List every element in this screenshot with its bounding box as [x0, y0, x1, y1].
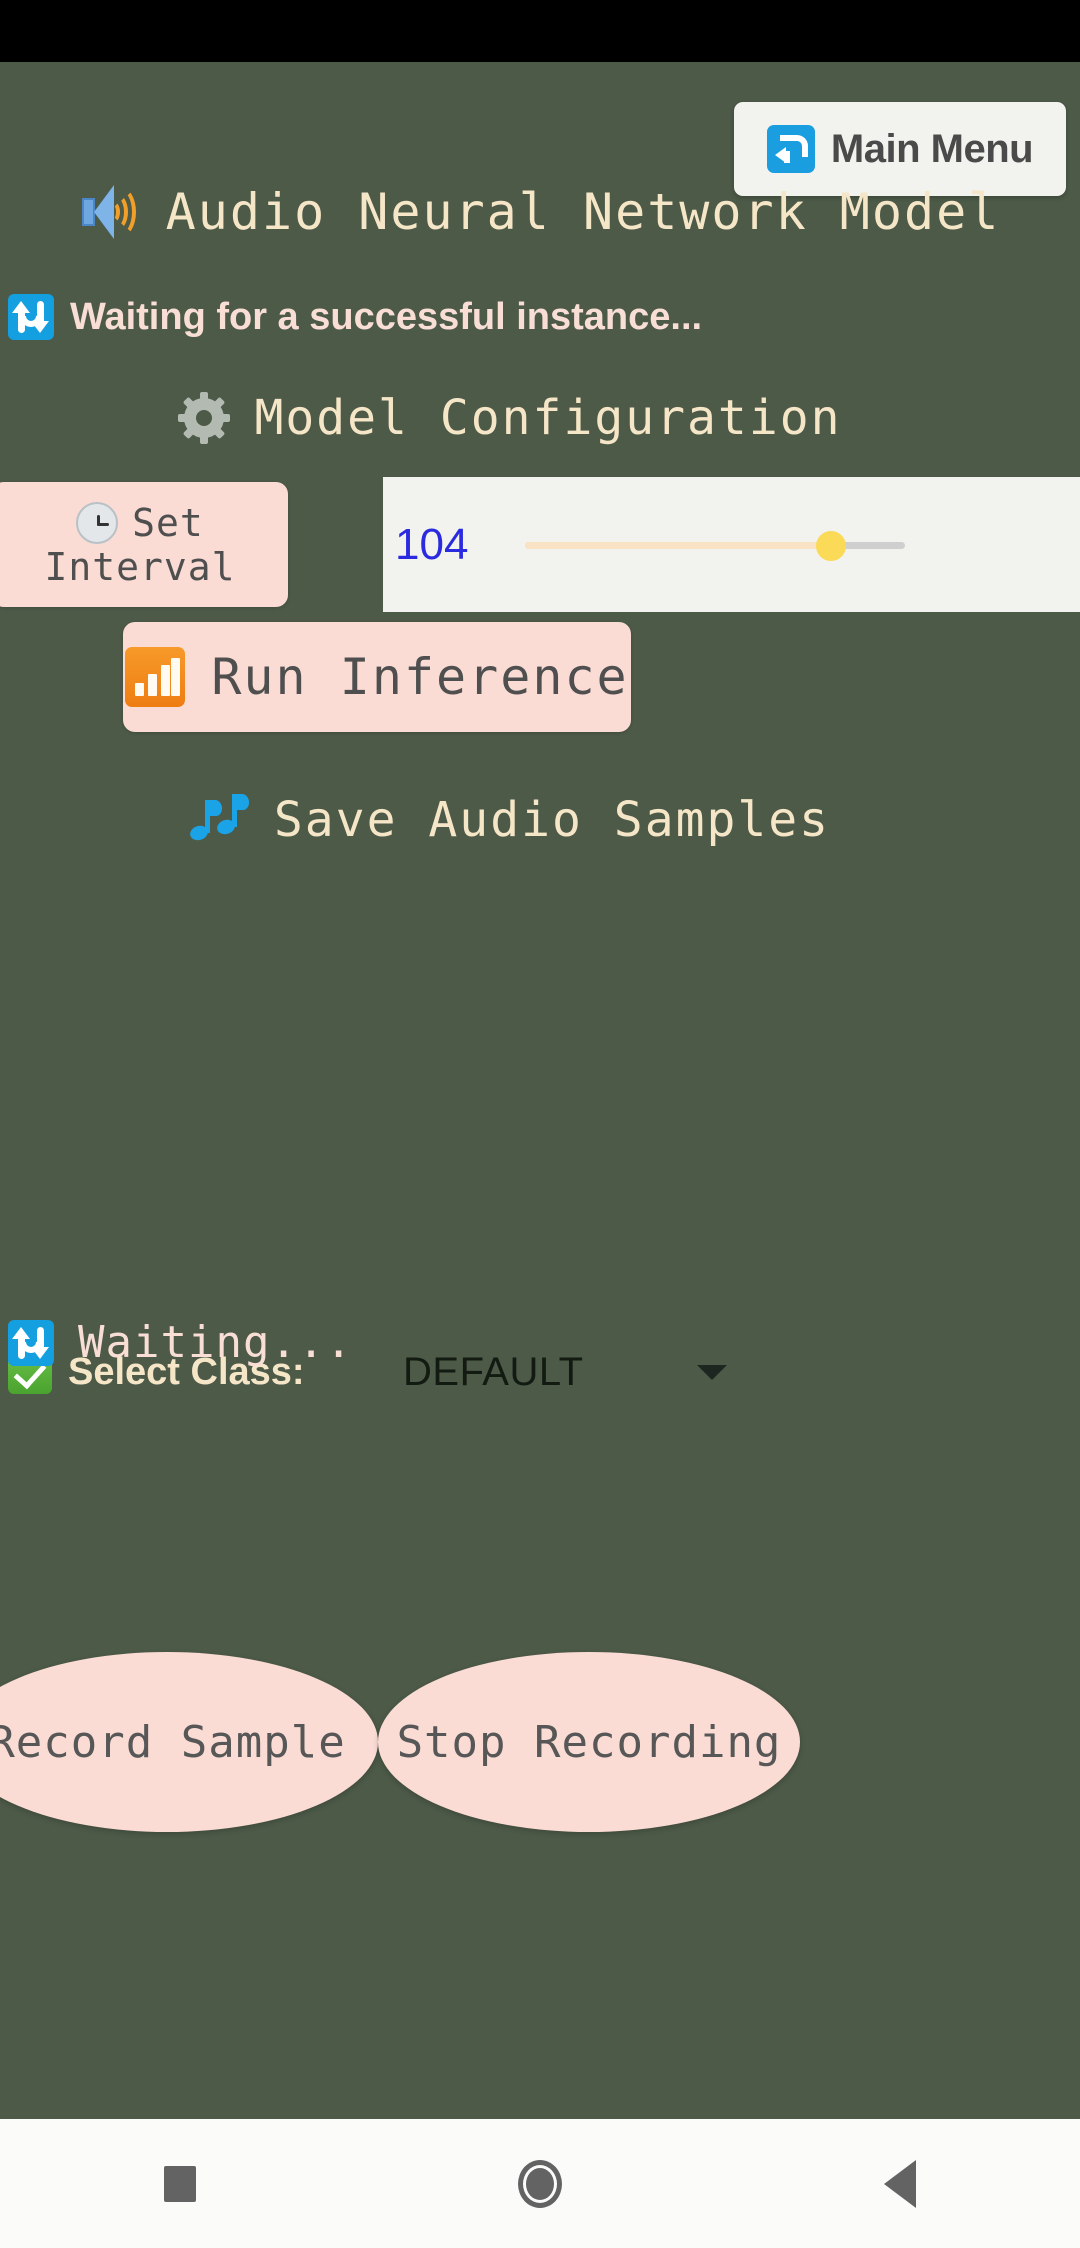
slider-fill [525, 541, 832, 549]
chevron-down-icon [697, 1364, 727, 1380]
interval-slider[interactable] [525, 525, 905, 565]
speaker-loud-icon [80, 182, 144, 242]
instance-status-row: Waiting for a successful instance... [8, 294, 702, 340]
stop-recording-button[interactable]: Stop Recording [378, 1652, 800, 1832]
set-interval-button[interactable]: Set Interval [0, 482, 288, 607]
nav-home-button[interactable] [480, 2134, 600, 2234]
sync-arrows-icon [8, 1319, 54, 1366]
stop-recording-label: Stop Recording [396, 1716, 782, 1768]
sync-arrows-icon [8, 294, 54, 340]
record-sample-button[interactable]: Record Sample [0, 1652, 378, 1832]
save-audio-heading: Save Audio Samples [273, 792, 831, 848]
save-audio-heading-row: Save Audio Samples [0, 792, 1080, 848]
phone-screen: Main Menu Audio Neural Network Model Wai… [0, 0, 1080, 2248]
class-dropdown-value: DEFAULT [403, 1349, 584, 1394]
gear-icon [178, 392, 231, 444]
app-content-area: Main Menu Audio Neural Network Model Wai… [0, 62, 1080, 2119]
bottom-status-row: Waiting... [8, 1317, 353, 1368]
set-interval-label-line1: Set [132, 500, 204, 545]
circle-home-icon [518, 2159, 562, 2208]
bar-chart-icon [125, 647, 186, 707]
app-title-row: Audio Neural Network Model [0, 182, 1080, 242]
status-bar [0, 0, 1080, 62]
android-nav-bar [0, 2119, 1080, 2248]
square-recents-icon [164, 2165, 196, 2202]
set-interval-label-line2: Interval [44, 544, 236, 589]
interval-slider-panel: 104 [383, 477, 1080, 612]
main-menu-label: Main Menu [830, 126, 1034, 171]
return-arrow-icon [766, 125, 815, 173]
nav-back-button[interactable] [840, 2134, 960, 2234]
run-inference-button[interactable]: Run Inference [123, 622, 631, 732]
instance-status-text: Waiting for a successful instance... [70, 295, 703, 338]
model-configuration-heading-row: Model Configuration [0, 390, 1080, 446]
clock-icon [76, 501, 119, 544]
slider-thumb[interactable] [816, 530, 846, 561]
triangle-back-icon [884, 2159, 916, 2208]
bottom-status-text: Waiting... [78, 1317, 353, 1368]
class-dropdown[interactable]: DEFAULT [403, 1337, 733, 1407]
record-sample-label: Record Sample [0, 1716, 346, 1768]
nav-recents-button[interactable] [120, 2134, 240, 2234]
run-inference-label: Run Inference [211, 648, 629, 706]
interval-value-display: 104 [395, 519, 469, 569]
page-title: Audio Neural Network Model [165, 183, 1001, 241]
model-configuration-heading: Model Configuration [254, 390, 842, 446]
music-notes-icon [188, 792, 249, 848]
